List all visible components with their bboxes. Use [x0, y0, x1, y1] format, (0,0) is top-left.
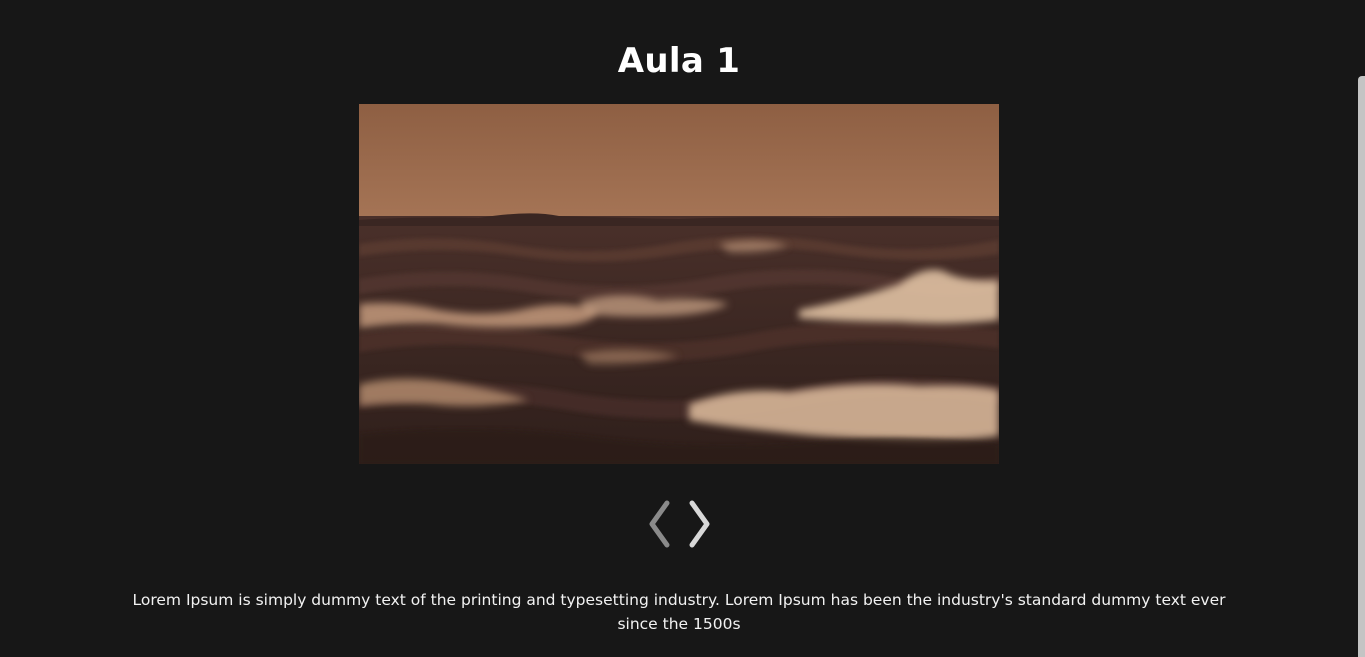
lesson-video[interactable]: [359, 104, 999, 464]
lesson-title: Aula 1: [617, 41, 741, 81]
previous-lesson-button[interactable]: [645, 498, 675, 550]
scrollbar-thumb[interactable]: [1358, 76, 1365, 657]
chevron-left-icon: [649, 500, 670, 548]
video-frame-ocean-waves: [359, 104, 999, 464]
lesson-description: Lorem Ipsum is simply dummy text of the …: [132, 591, 1226, 633]
page-scrollbar[interactable]: [1357, 0, 1365, 657]
next-lesson-button[interactable]: [684, 498, 714, 550]
chevron-right-icon: [689, 500, 710, 548]
lesson-page: Aula 1 Lorem Ipsum is simply dummy text …: [0, 0, 1365, 657]
